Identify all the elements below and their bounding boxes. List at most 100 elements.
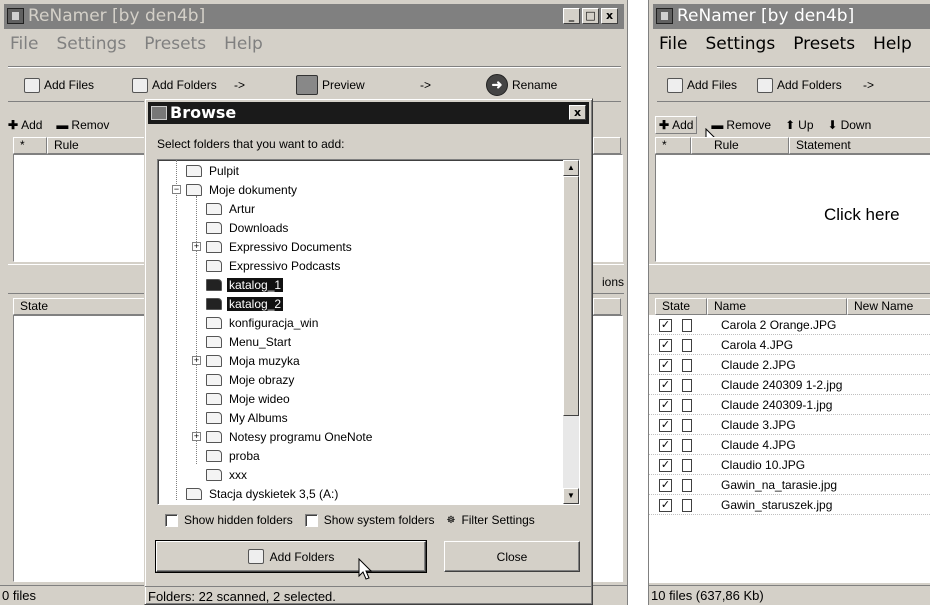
checkbox-checked[interactable]: ✓	[659, 419, 672, 432]
file-name: Gawin_na_tarasie.jpg	[721, 478, 838, 492]
options-label[interactable]: ions	[602, 275, 624, 289]
add-folders-icon	[132, 77, 148, 93]
expand-toggle[interactable]: +	[192, 356, 201, 365]
tree-item-floppy-drive[interactable]: Stacja dyskietek 3,5 (A:)	[186, 484, 340, 503]
splitter[interactable]	[649, 264, 930, 294]
tree-item-downloads[interactable]: Downloads	[206, 218, 290, 237]
file-row[interactable]: ✓ Carola 2 Orange.JPG	[649, 316, 930, 335]
rename-arrow-icon: ➜	[486, 74, 508, 96]
checkbox-checked[interactable]: ✓	[659, 499, 672, 512]
checkbox-checked[interactable]: ✓	[659, 379, 672, 392]
remove-rule-button[interactable]: ▬ Remov	[56, 118, 109, 132]
menu-help[interactable]: Help	[873, 30, 912, 58]
click-here-hint[interactable]: Click here	[824, 205, 900, 225]
scroll-thumb[interactable]	[563, 176, 579, 416]
add-folders-label: Add Folders	[777, 78, 842, 92]
tree-item-katalog-1[interactable]: katalog_1	[206, 275, 284, 294]
rules-col-rule[interactable]: Rule	[47, 137, 147, 154]
menu-help[interactable]: Help	[224, 30, 263, 58]
add-files-button[interactable]: Add Files	[24, 76, 94, 94]
tree-item-xxx[interactable]: xxx	[206, 465, 249, 484]
preview-button[interactable]: Preview	[296, 73, 365, 97]
rules-col-extra[interactable]	[593, 137, 621, 154]
tree-item-moje-wideo[interactable]: Moje wideo	[206, 389, 292, 408]
collapse-toggle[interactable]: −	[172, 185, 181, 194]
expand-toggle[interactable]: +	[192, 242, 201, 251]
tree-item-notesy-onenote[interactable]: Notesy programu OneNote	[206, 427, 374, 446]
add-rule-button[interactable]: ✚ Add	[655, 116, 698, 134]
move-down-button[interactable]: ⬇ Down	[828, 118, 872, 132]
checkbox-checked[interactable]: ✓	[659, 459, 672, 472]
maximize-button[interactable]: □	[582, 8, 599, 24]
scroll-down-button[interactable]: ▼	[563, 488, 579, 504]
file-row[interactable]: ✓ Carola 4.JPG	[649, 336, 930, 355]
tree-item-moje-dokumenty[interactable]: Moje dokumenty	[186, 180, 299, 199]
file-row[interactable]: ✓ Claude 240309 1-2.jpg	[649, 376, 930, 395]
menu-file[interactable]: File	[10, 30, 38, 58]
tree-item-pulpit[interactable]: Pulpit	[186, 161, 241, 180]
tree-item-konfiguracja-win[interactable]: konfiguracja_win	[206, 313, 320, 332]
tree-item-menu-start[interactable]: Menu_Start	[206, 332, 293, 351]
tree-item-moja-muzyka[interactable]: Moja muzyka	[206, 351, 302, 370]
scroll-up-button[interactable]: ▲	[563, 160, 579, 176]
checkbox-checked[interactable]: ✓	[659, 359, 672, 372]
tree-item-proba[interactable]: proba	[206, 446, 262, 465]
show-system-label: Show system folders	[323, 513, 435, 527]
rules-col-star[interactable]: *	[655, 137, 691, 154]
files-col-new-name[interactable]: New Name	[847, 298, 930, 315]
rename-button[interactable]: ➜ Rename	[486, 73, 557, 97]
tree-item-katalog-2[interactable]: katalog_2	[206, 294, 284, 313]
dialog-close-button[interactable]: x	[569, 105, 586, 120]
checkbox-checked[interactable]: ✓	[659, 479, 672, 492]
file-row[interactable]: ✓ Claude 2.JPG	[649, 356, 930, 375]
folder-icon	[206, 278, 222, 291]
show-system-checkbox[interactable]: Show system folders	[304, 513, 435, 527]
tree-scrollbar[interactable]: ▲ ▼	[563, 160, 579, 504]
show-hidden-checkbox[interactable]: Show hidden folders	[165, 513, 293, 527]
file-row[interactable]: ✓ Claude 240309-1.jpg	[649, 396, 930, 415]
add-folders-button[interactable]: Add Folders	[757, 76, 842, 94]
add-files-button[interactable]: Add Files	[667, 76, 737, 94]
tree-item-expressivo-documents[interactable]: Expressivo Documents	[206, 237, 354, 256]
tree-item-moje-obrazy[interactable]: Moje obrazy	[206, 370, 296, 389]
tree-item-artur[interactable]: Artur	[206, 199, 257, 218]
rules-col-statement[interactable]: Statement	[789, 137, 930, 154]
file-row[interactable]: ✓ Claude 3.JPG	[649, 416, 930, 435]
menu-file[interactable]: File	[659, 30, 687, 58]
menu-presets[interactable]: Presets	[793, 30, 855, 58]
folder-icon	[206, 202, 222, 215]
folder-tree[interactable]: − + + + Pulpit Moje dokumenty Artur Down…	[157, 159, 580, 505]
files-col-name[interactable]: Name	[707, 298, 847, 315]
expand-toggle[interactable]: +	[192, 432, 201, 441]
checkbox-checked[interactable]: ✓	[659, 439, 672, 452]
filter-settings-label: Filter Settings	[461, 513, 535, 527]
checkbox-checked[interactable]: ✓	[659, 339, 672, 352]
close-button[interactable]: x	[601, 8, 618, 24]
menu-settings[interactable]: Settings	[56, 30, 126, 58]
rules-col-star[interactable]: *	[13, 137, 47, 154]
files-list[interactable]: ✓ Carola 2 Orange.JPG ✓ Carola 4.JPG ✓ Clau…	[649, 315, 930, 583]
checkbox-checked[interactable]: ✓	[659, 399, 672, 412]
menu-settings[interactable]: Settings	[705, 30, 775, 58]
checkbox-checked[interactable]: ✓	[659, 319, 672, 332]
add-folders-button[interactable]: Add Folders	[132, 76, 217, 94]
close-dialog-button[interactable]: Close	[444, 541, 580, 572]
rules-list[interactable]: Click here	[655, 154, 930, 262]
filter-settings-button[interactable]: ☸ Filter Settings	[446, 513, 534, 527]
minimize-button[interactable]: _	[563, 8, 580, 24]
rules-col-rule[interactable]: Rule	[691, 137, 789, 154]
file-icon	[682, 399, 692, 412]
move-up-button[interactable]: ⬆ Up	[785, 118, 813, 132]
tree-item-expressivo-podcasts[interactable]: Expressivo Podcasts	[206, 256, 342, 275]
files-col-state[interactable]: State	[13, 298, 147, 315]
file-row[interactable]: ✓ Claude 4.JPG	[649, 436, 930, 455]
file-row[interactable]: ✓ Gawin_na_tarasie.jpg	[649, 476, 930, 495]
tree-item-my-albums[interactable]: My Albums	[206, 408, 290, 427]
file-row[interactable]: ✓ Claudio 10.JPG	[649, 456, 930, 475]
files-col-state[interactable]: State	[655, 298, 707, 315]
menu-presets[interactable]: Presets	[144, 30, 206, 58]
files-col-extra[interactable]	[593, 298, 621, 315]
file-row[interactable]: ✓ Gawin_staruszek.jpg	[649, 496, 930, 515]
add-folders-dialog-button[interactable]: Add Folders	[155, 540, 427, 573]
add-rule-button[interactable]: ✚ Add	[8, 118, 42, 132]
